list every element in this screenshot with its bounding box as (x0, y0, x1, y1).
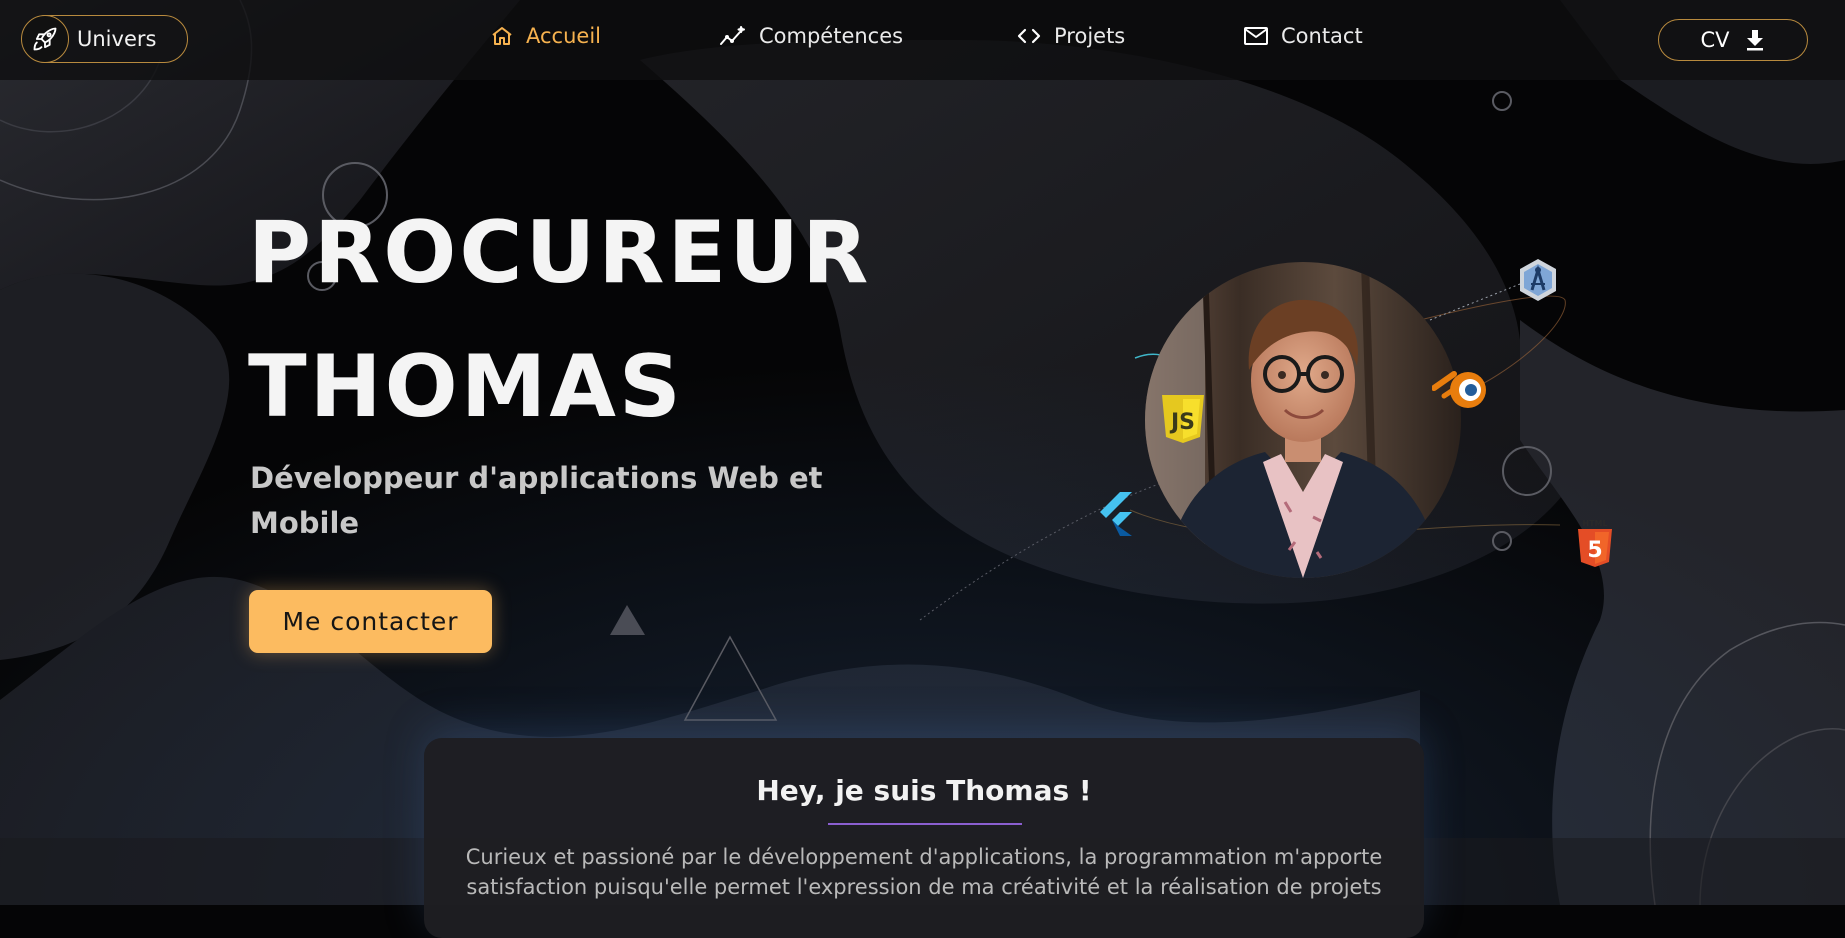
flutter-icon (1094, 490, 1138, 542)
hero-name-line2: THOMAS (248, 337, 684, 437)
nav-label-contact: Contact (1281, 24, 1363, 48)
android-studio-icon (1516, 258, 1560, 306)
about-card: Hey, je suis Thomas ! Curieux et passion… (424, 738, 1424, 938)
contact-me-button[interactable]: Me contacter (249, 590, 492, 653)
nav-label-competences: Compétences (759, 24, 904, 48)
svg-text:JS: JS (1169, 410, 1195, 435)
nav-item-contact[interactable]: Contact (1243, 24, 1363, 48)
skills-chart-icon (720, 26, 745, 45)
about-underline (828, 823, 1022, 825)
nav-item-projets[interactable]: Projets (1016, 24, 1125, 48)
svg-text:5: 5 (1587, 538, 1602, 563)
download-icon (1746, 30, 1763, 51)
cv-label: CV (1700, 28, 1730, 52)
code-icon (1017, 28, 1041, 44)
html5-icon: HTML 5 (1575, 518, 1615, 572)
top-navbar: Univers Accueil Compétences Projets Cont… (0, 0, 1845, 80)
hero-subtitle: Développeur d'applications Web et Mobile (250, 461, 823, 540)
nav-item-competences[interactable]: Compétences (719, 24, 903, 48)
about-title: Hey, je suis Thomas ! (756, 774, 1092, 807)
hero-name-line1: PROCUREUR (248, 203, 872, 303)
nav-item-accueil[interactable]: Accueil (490, 24, 601, 48)
blender-icon (1431, 362, 1492, 416)
svg-text:HTML: HTML (1582, 519, 1607, 528)
about-text: Curieux et passioné par le développement… (465, 845, 1383, 899)
nav-label-accueil: Accueil (526, 24, 601, 48)
javascript-icon: JS (1160, 393, 1206, 449)
mail-icon (1244, 27, 1268, 45)
nav-label-projets: Projets (1054, 24, 1126, 48)
cv-download-button[interactable]: CV (1658, 19, 1808, 61)
home-icon (492, 27, 512, 45)
